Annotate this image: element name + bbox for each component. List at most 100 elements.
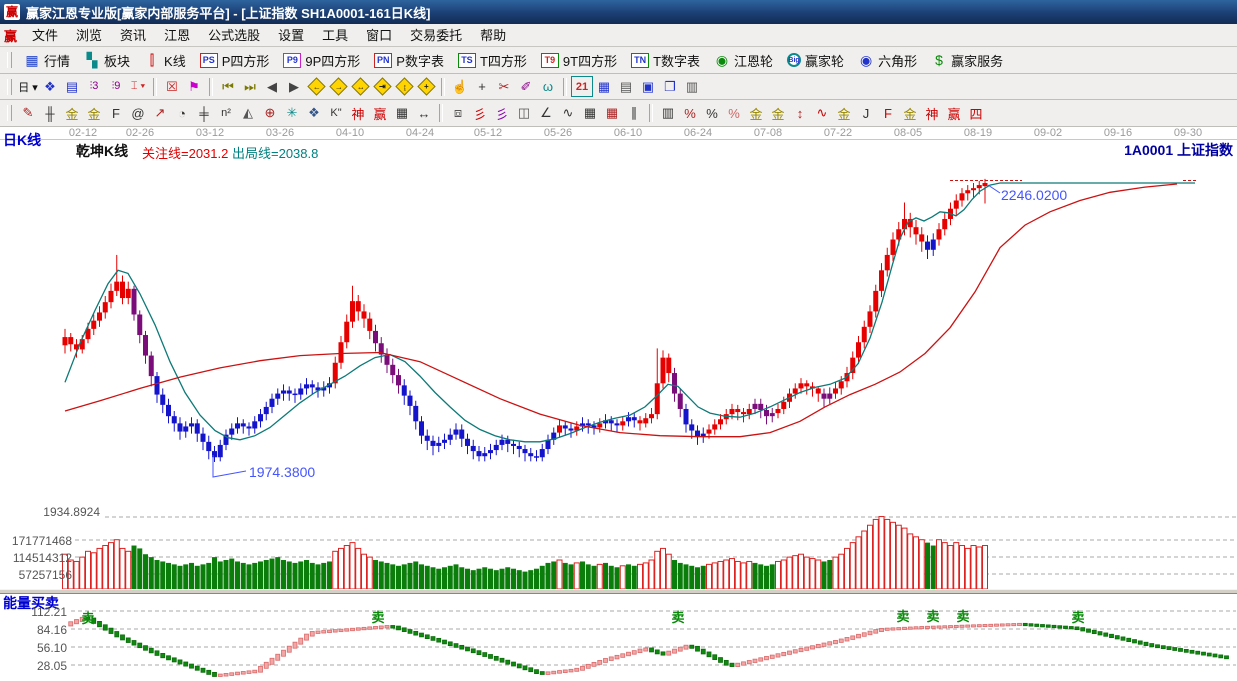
prev-button[interactable]: ◀ (261, 76, 283, 97)
fan-box-tool[interactable]: 彡 (491, 103, 513, 124)
ying-grid-tool[interactable]: 赢 (369, 103, 391, 124)
percent-red-tool[interactable]: % (679, 103, 701, 124)
chart-box-tool[interactable]: ▥ (657, 103, 679, 124)
pencil-tool[interactable]: ✎ (17, 103, 39, 124)
vzoom-diamond[interactable]: ↨ (393, 76, 415, 97)
zigzag-tool[interactable]: ∿ (557, 103, 579, 124)
t-table-button[interactable]: TNT数字表 (624, 48, 707, 73)
hand-tool[interactable]: ☝ (449, 76, 471, 97)
color-chart-icon[interactable]: ⚑ (183, 76, 205, 97)
gold-lines-tool[interactable]: 金 (767, 103, 789, 124)
ruler-grid-tool[interactable]: ╪ (193, 103, 215, 124)
last-page-button[interactable]: ⏭ (239, 76, 261, 97)
j-angle-tool[interactable]: J (855, 103, 877, 124)
toolbar-grip[interactable] (7, 79, 12, 95)
9p-square-button[interactable]: P99P四方形 (276, 48, 367, 73)
shen-grid-tool[interactable]: 神 (347, 103, 369, 124)
title-bar[interactable]: 赢 赢家江恩专业版[赢家内部服务平台] - [上证指数 SH1A0001-161… (0, 0, 1237, 24)
export-icon[interactable]: ❐ (659, 76, 681, 97)
box-lines-tool[interactable]: ◫ (513, 103, 535, 124)
period-label[interactable]: 日K线 (3, 130, 41, 150)
toolbar-grip[interactable] (7, 105, 12, 121)
notes-icon[interactable]: ▤ (615, 76, 637, 97)
time-circle-tool[interactable]: ◔ (171, 103, 193, 124)
p-square-button[interactable]: PSP四方形 (193, 48, 277, 73)
grid-tool[interactable]: ╫ (39, 103, 61, 124)
toolbar-grip[interactable] (7, 52, 12, 68)
zoom-web-icon[interactable]: ❖ (39, 76, 61, 97)
candle-style-dropdown[interactable]: ⌶ ▾ (127, 76, 149, 97)
menu-item-资讯[interactable]: 资讯 (111, 26, 155, 45)
f-grid-tool[interactable]: F (105, 103, 127, 124)
hexagon-button[interactable]: ◉六角形 (851, 48, 924, 73)
fan-lines-tool[interactable]: 彡 (469, 103, 491, 124)
gold-circle-tool[interactable]: 金 (745, 103, 767, 124)
panel-splitter[interactable] (0, 589, 1237, 594)
shift-left-diamond[interactable]: ← (305, 76, 327, 97)
bars-9-icon[interactable]: ⫶9 (105, 76, 127, 97)
si-angle-tool[interactable]: 四 (965, 103, 987, 124)
wave-tool[interactable]: ∿ (811, 103, 833, 124)
crosshair-tool[interactable]: + (471, 76, 493, 97)
menu-item-帮助[interactable]: 帮助 (471, 26, 515, 45)
save-icon[interactable]: ▣ (637, 76, 659, 97)
menu-item-浏览[interactable]: 浏览 (67, 26, 111, 45)
calendar-icon[interactable]: 21 (571, 76, 593, 97)
gold-angle2-tool[interactable]: 金 (899, 103, 921, 124)
ying-angle-tool[interactable]: 赢 (943, 103, 965, 124)
menu-item-江恩[interactable]: 江恩 (155, 26, 199, 45)
candle-pen-tool[interactable]: ↕ (789, 103, 811, 124)
menu-item-设置[interactable]: 设置 (269, 26, 313, 45)
calculator-icon[interactable]: ▦ (593, 76, 615, 97)
gann-wheel-button[interactable]: ◉江恩轮 (707, 48, 780, 73)
angle-a-tool[interactable]: ◭ (237, 103, 259, 124)
bars-3-icon[interactable]: ⫶3 (83, 76, 105, 97)
f-angle-tool[interactable]: F (877, 103, 899, 124)
gold-angle-tool[interactable]: 金 (833, 103, 855, 124)
angle-lines-tool[interactable]: ∠ (535, 103, 557, 124)
fit-diamond[interactable]: + (415, 76, 437, 97)
info-doc-icon[interactable]: ▤ (61, 76, 83, 97)
grid-red-tool[interactable]: ▦ (601, 103, 623, 124)
span-arrow-tool[interactable]: ↔ (413, 103, 435, 124)
cut-tool[interactable]: ✂ (493, 76, 515, 97)
box-select-tool[interactable]: ⧈ (447, 103, 469, 124)
kline-button[interactable]: ⫿K线 (137, 48, 193, 73)
shift-right-diamond[interactable]: → (327, 76, 349, 97)
period-day-dropdown[interactable]: 日 ▾ (17, 76, 39, 97)
gold-grid-tool[interactable]: 金 (61, 103, 83, 124)
parallel-lines-tool[interactable]: ∥ (623, 103, 645, 124)
gold-grid2-tool[interactable]: 金 (83, 103, 105, 124)
percent-line-tool[interactable]: % (723, 103, 745, 124)
quotes-button[interactable]: ▦行情 (17, 48, 77, 73)
compress-diamond[interactable]: ⇥ (371, 76, 393, 97)
9t-square-button[interactable]: T99T四方形 (534, 48, 624, 73)
shen-angle-tool[interactable]: 神 (921, 103, 943, 124)
chart-canvas[interactable]: 02-1202-2603-1203-2604-1004-2405-1205-26… (0, 127, 1237, 681)
grid-123-tool[interactable]: ▦ (391, 103, 413, 124)
star-tool[interactable]: ✳ (281, 103, 303, 124)
winner-wheel-button[interactable]: Big赢家轮 (780, 48, 851, 73)
menu-item-窗口[interactable]: 窗口 (357, 26, 401, 45)
k-quote-tool[interactable]: K" (325, 103, 347, 124)
next-button[interactable]: ▶ (283, 76, 305, 97)
stock-switch-icon[interactable]: ☒ (161, 76, 183, 97)
rocket-tool[interactable]: ↗ (149, 103, 171, 124)
winner-service-button[interactable]: $赢家服务 (924, 48, 1010, 73)
sectors-button[interactable]: ▚板块 (77, 48, 137, 73)
n2-tool[interactable]: n² (215, 103, 237, 124)
grid-black-tool[interactable]: ▦ (579, 103, 601, 124)
spiral-tool[interactable]: @ (127, 103, 149, 124)
t-square-button[interactable]: TST四方形 (451, 48, 534, 73)
menu-item-文件[interactable]: 文件 (23, 26, 67, 45)
box-star-tool[interactable]: ❖ (303, 103, 325, 124)
expand-diamond[interactable]: ↔ (349, 76, 371, 97)
draw-tool[interactable]: ✐ (515, 76, 537, 97)
print-icon[interactable]: ▥ (681, 76, 703, 97)
menu-item-交易委托[interactable]: 交易委托 (401, 26, 471, 45)
analyze-brain-icon[interactable]: ω (537, 76, 559, 97)
percent-tool[interactable]: % (701, 103, 723, 124)
target-tool[interactable]: ⊕ (259, 103, 281, 124)
first-page-button[interactable]: ⏮ (217, 76, 239, 97)
p-table-button[interactable]: PNP数字表 (367, 48, 451, 73)
